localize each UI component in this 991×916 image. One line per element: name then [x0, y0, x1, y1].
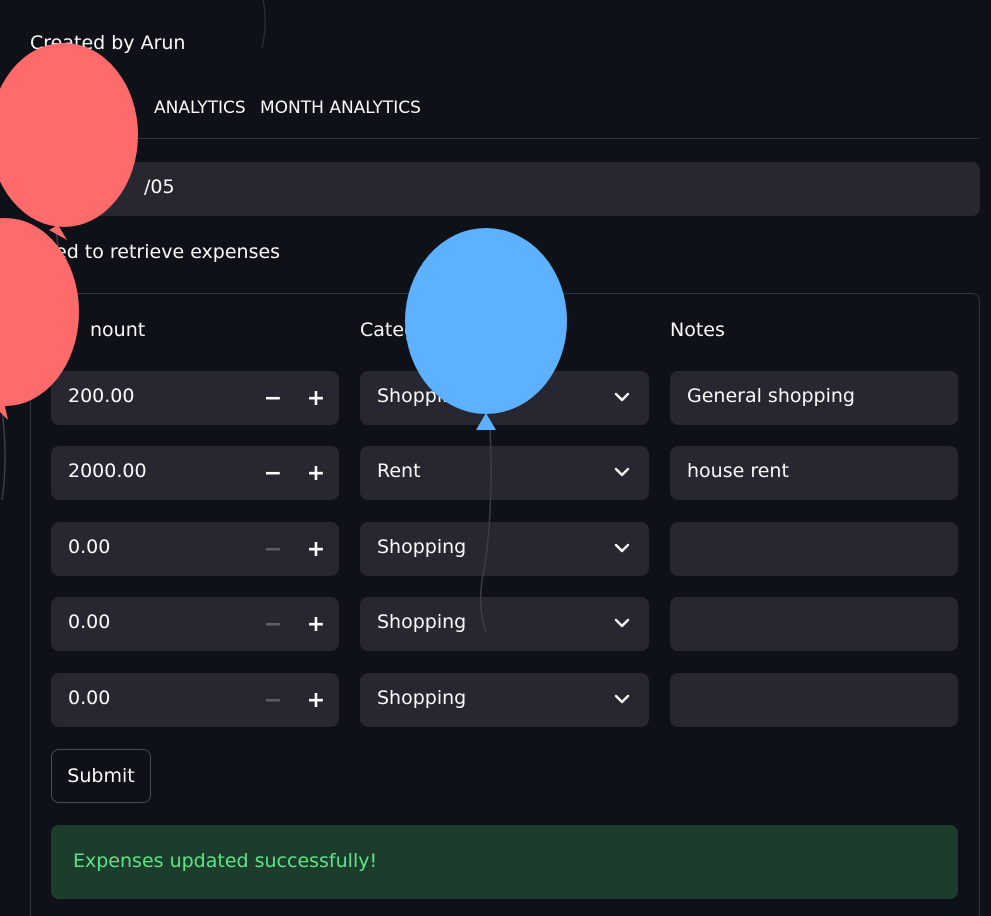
notes-value: house rent	[687, 460, 789, 482]
chevron-down-icon	[614, 392, 630, 402]
amount-input[interactable]: 0.00 − +	[51, 597, 339, 651]
notes-input[interactable]	[670, 522, 958, 576]
amount-input[interactable]: 0.00 − +	[51, 522, 339, 576]
amount-value: 0.00	[68, 536, 111, 558]
category-select[interactable]: Shopping	[360, 522, 649, 576]
notes-value: General shopping	[687, 385, 855, 407]
decrement-button[interactable]: −	[253, 522, 293, 576]
increment-button[interactable]: +	[296, 446, 336, 500]
app-root: Created by Arun ANALYTICS MONTH ANALYTIC…	[0, 0, 991, 916]
date-input-value: /05	[144, 176, 175, 198]
amount-value: 200.00	[68, 385, 135, 407]
amount-value: 2000.00	[68, 460, 147, 482]
amount-value: 0.00	[68, 611, 111, 633]
increment-button[interactable]: +	[296, 597, 336, 651]
balloon-string	[261, 0, 266, 49]
decrement-button[interactable]: −	[253, 597, 293, 651]
category-value: Shoppin	[377, 385, 455, 407]
notes-input[interactable]	[670, 673, 958, 727]
increment-button[interactable]: +	[296, 522, 336, 576]
notes-input[interactable]	[670, 597, 958, 651]
decrement-button[interactable]: −	[253, 371, 293, 425]
increment-button[interactable]: +	[296, 673, 336, 727]
notes-column-label: Notes	[670, 319, 725, 341]
category-value: Shopping	[377, 611, 467, 633]
category-value: Rent	[377, 460, 421, 482]
amount-value: 0.00	[68, 687, 111, 709]
amount-input[interactable]: 200.00 − +	[51, 371, 339, 425]
notes-input[interactable]: house rent	[670, 446, 958, 500]
category-value: Shopping	[377, 687, 467, 709]
category-select[interactable]: Shopping	[360, 597, 649, 651]
tab-analytics[interactable]: ANALYTICS	[154, 98, 246, 118]
tab-month-analytics[interactable]: MONTH ANALYTICS	[260, 98, 421, 118]
chevron-down-icon	[614, 543, 630, 553]
category-select[interactable]: Rent	[360, 446, 649, 500]
amount-input[interactable]: 2000.00 − +	[51, 446, 339, 500]
amount-column-label: nount	[90, 319, 146, 341]
info-text-label: ed to retrieve expenses	[55, 241, 281, 263]
notes-input[interactable]: General shopping	[670, 371, 958, 425]
category-value: Shopping	[377, 536, 467, 558]
chevron-down-icon	[614, 694, 630, 704]
decrement-button[interactable]: −	[253, 446, 293, 500]
increment-button[interactable]: +	[296, 371, 336, 425]
chevron-down-icon	[614, 618, 630, 628]
chevron-down-icon	[614, 467, 630, 477]
category-select[interactable]: Shoppin	[360, 371, 649, 425]
date-input[interactable]: /05	[30, 162, 980, 216]
caption-text: Created by Arun	[30, 32, 186, 54]
success-message: Expenses updated successfully!	[73, 850, 378, 872]
submit-button[interactable]: Submit	[51, 749, 151, 803]
decrement-button[interactable]: −	[253, 673, 293, 727]
category-column-label: Categ	[360, 319, 417, 341]
success-alert: Expenses updated successfully!	[51, 825, 958, 899]
category-select[interactable]: Shopping	[360, 673, 649, 727]
tab-bar: ANALYTICS MONTH ANALYTICS	[30, 88, 979, 139]
amount-input[interactable]: 0.00 − +	[51, 673, 339, 727]
